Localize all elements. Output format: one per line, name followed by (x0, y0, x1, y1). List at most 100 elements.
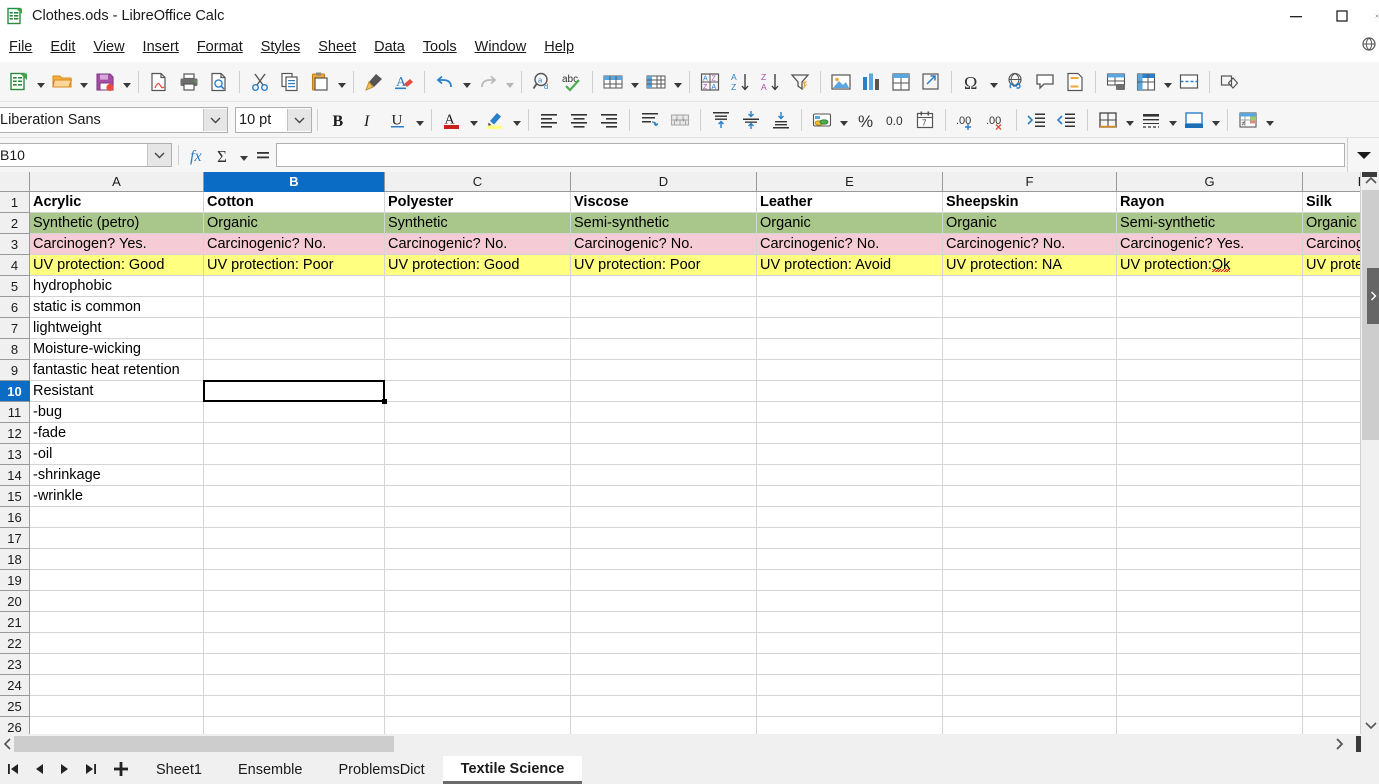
row-header-23[interactable]: 23 (0, 654, 30, 675)
cell-A15[interactable]: -wrinkle (30, 486, 204, 507)
cell-F6[interactable] (943, 297, 1117, 318)
cell-E24[interactable] (757, 675, 943, 696)
cell-B24[interactable] (204, 675, 385, 696)
cell-F20[interactable] (943, 591, 1117, 612)
font-size-input[interactable] (236, 110, 282, 129)
undo-icon[interactable] (430, 67, 460, 97)
cell-D3[interactable]: Carcinogenic? No. (571, 234, 757, 255)
find-replace-icon[interactable]: a d (527, 67, 557, 97)
expand-formula-bar-icon[interactable] (1347, 138, 1379, 172)
formula-input-line[interactable] (276, 143, 1345, 167)
decrease-indent-icon[interactable] (1052, 105, 1082, 135)
add-decimal-place-icon[interactable]: .00 (951, 105, 981, 135)
row-header-14[interactable]: 14 (0, 465, 30, 486)
cell-A10[interactable]: Resistant (30, 381, 204, 402)
cell-E3[interactable]: Carcinogenic? No. (757, 234, 943, 255)
borders-dropdown[interactable] (1123, 105, 1136, 135)
save-icon[interactable] (90, 67, 120, 97)
menu-tools[interactable]: Tools (414, 36, 466, 58)
cell-A16[interactable] (30, 507, 204, 528)
cell-B12[interactable] (204, 423, 385, 444)
cell-G8[interactable] (1117, 339, 1303, 360)
row-header-21[interactable]: 21 (0, 612, 30, 633)
cell-G3[interactable]: Carcinogenic? Yes. (1117, 234, 1303, 255)
cell-C26[interactable] (385, 717, 571, 734)
cell-D2[interactable]: Semi-synthetic (571, 213, 757, 234)
cell-B25[interactable] (204, 696, 385, 717)
row-header-25[interactable]: 25 (0, 696, 30, 717)
cell-B26[interactable] (204, 717, 385, 734)
cell-C7[interactable] (385, 318, 571, 339)
font-color-icon[interactable]: A (437, 105, 467, 135)
font-name-input[interactable] (0, 110, 197, 129)
cell-C13[interactable] (385, 444, 571, 465)
cell-E2[interactable]: Organic (757, 213, 943, 234)
cell-F4[interactable]: UV protection: NA (943, 255, 1117, 276)
cell-C3[interactable]: Carcinogenic? No. (385, 234, 571, 255)
underline-dropdown[interactable] (413, 105, 426, 135)
cell-B16[interactable] (204, 507, 385, 528)
cell-A20[interactable] (30, 591, 204, 612)
cell-D8[interactable] (571, 339, 757, 360)
cell-C8[interactable] (385, 339, 571, 360)
cell-C18[interactable] (385, 549, 571, 570)
copy-icon[interactable] (275, 67, 305, 97)
cell-E22[interactable] (757, 633, 943, 654)
cell-D16[interactable] (571, 507, 757, 528)
cell-E21[interactable] (757, 612, 943, 633)
cell-B2[interactable]: Organic (204, 213, 385, 234)
font-size-combo[interactable] (235, 106, 312, 133)
cell-C15[interactable] (385, 486, 571, 507)
open-file-icon[interactable] (47, 67, 77, 97)
sort-descending-icon[interactable]: Z A (755, 67, 785, 97)
cell-D13[interactable] (571, 444, 757, 465)
scroll-right-button[interactable] (1331, 734, 1347, 754)
row-header-20[interactable]: 20 (0, 591, 30, 612)
cell-F26[interactable] (943, 717, 1117, 734)
insert-hyperlink-icon[interactable] (916, 67, 946, 97)
align-right-icon[interactable] (594, 105, 624, 135)
cell-C23[interactable] (385, 654, 571, 675)
spreadsheet-grid[interactable]: ABCDEFGH 1234567891011121314151617181920… (0, 172, 1379, 734)
cell-D11[interactable] (571, 402, 757, 423)
scroll-left-button[interactable] (0, 734, 14, 754)
first-sheet-icon[interactable] (0, 754, 26, 784)
clone-formatting-icon[interactable] (359, 67, 389, 97)
cell-A11[interactable]: -bug (30, 402, 204, 423)
cell-G12[interactable] (1117, 423, 1303, 444)
align-bottom-icon[interactable] (766, 105, 796, 135)
cell-E5[interactable] (757, 276, 943, 297)
special-character-icon[interactable]: Ω (957, 67, 987, 97)
cell-C6[interactable] (385, 297, 571, 318)
horizontal-scrollbar[interactable] (0, 734, 1379, 754)
menu-data[interactable]: Data (365, 36, 414, 58)
cell-E8[interactable] (757, 339, 943, 360)
name-box-dropdown-arrow[interactable] (147, 144, 171, 166)
font-name-dropdown-arrow[interactable] (203, 108, 227, 131)
font-color-dropdown[interactable] (467, 105, 480, 135)
insert-column-dropdown[interactable] (671, 67, 684, 97)
cell-C10[interactable] (385, 381, 571, 402)
cell-C20[interactable] (385, 591, 571, 612)
row-header-19[interactable]: 19 (0, 570, 30, 591)
italic-icon[interactable]: I (353, 105, 383, 135)
paste-icon[interactable] (305, 67, 335, 97)
cell-E19[interactable] (757, 570, 943, 591)
cell-F7[interactable] (943, 318, 1117, 339)
cell-C16[interactable] (385, 507, 571, 528)
underline-icon[interactable]: U (383, 105, 413, 135)
cell-G20[interactable] (1117, 591, 1303, 612)
menu-insert[interactable]: Insert (134, 36, 188, 58)
cell-B15[interactable] (204, 486, 385, 507)
row-header-7[interactable]: 7 (0, 318, 30, 339)
cell-C4[interactable]: UV protection: Good (385, 255, 571, 276)
cell-B8[interactable] (204, 339, 385, 360)
cell-A12[interactable]: -fade (30, 423, 204, 444)
cell-G25[interactable] (1117, 696, 1303, 717)
cell-F23[interactable] (943, 654, 1117, 675)
select-all-corner[interactable] (0, 172, 30, 192)
cell-C11[interactable] (385, 402, 571, 423)
menu-styles[interactable]: Styles (252, 36, 310, 58)
cell-G22[interactable] (1117, 633, 1303, 654)
cell-A26[interactable] (30, 717, 204, 734)
